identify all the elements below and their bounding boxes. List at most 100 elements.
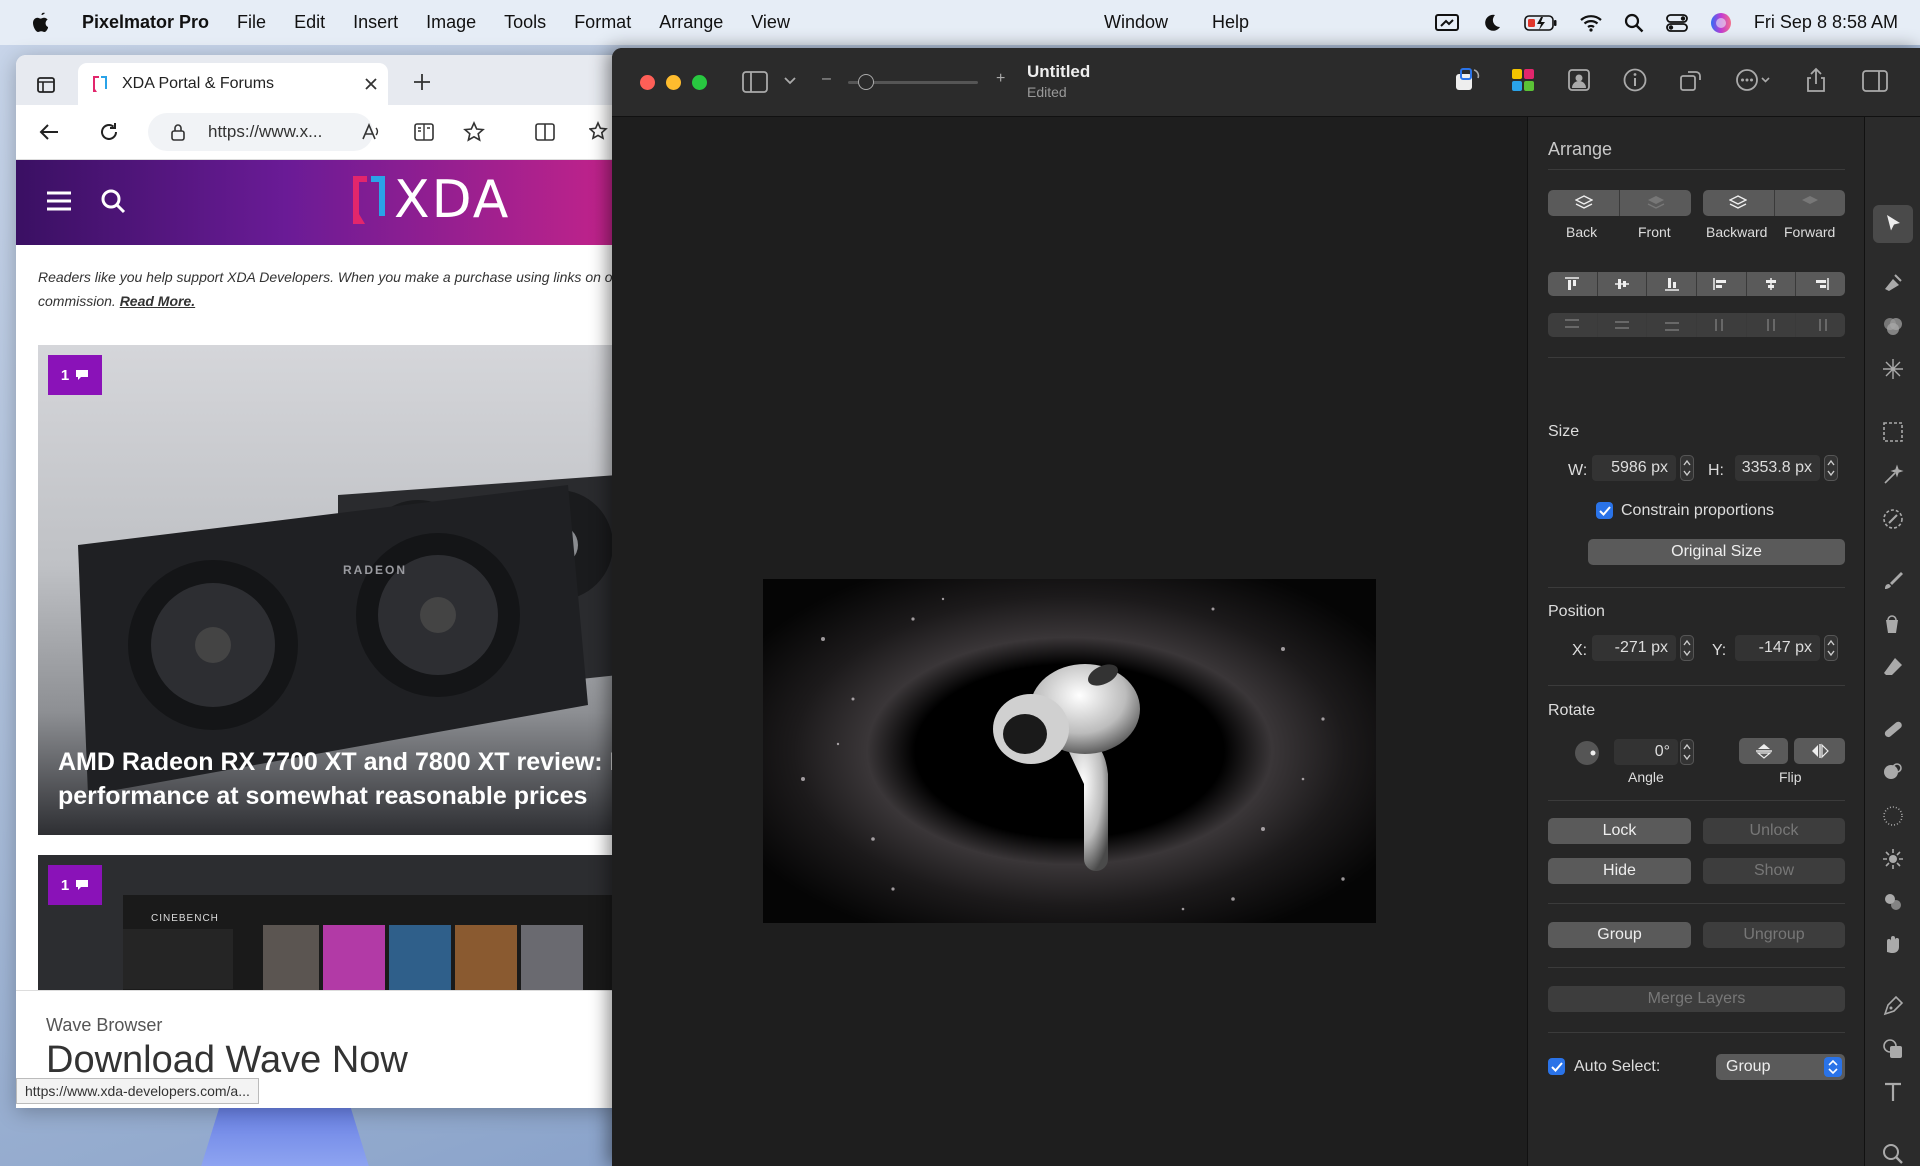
align-right-button[interactable] bbox=[1796, 272, 1845, 296]
back-icon[interactable] bbox=[38, 122, 60, 142]
sidebar-toggle-icon[interactable] bbox=[742, 71, 768, 93]
x-position-field[interactable]: -271 px bbox=[1592, 635, 1676, 661]
comment-badge[interactable]: 1 bbox=[48, 355, 102, 395]
rect-select-icon[interactable] bbox=[1881, 420, 1905, 444]
photo-browser-icon[interactable] bbox=[1568, 69, 1590, 91]
minimize-window-button[interactable] bbox=[666, 75, 681, 90]
smart-select-icon[interactable] bbox=[1881, 463, 1905, 487]
distribute-middle-button[interactable] bbox=[1598, 313, 1648, 337]
bring-forward-button[interactable] bbox=[1775, 190, 1846, 216]
menu-image[interactable]: Image bbox=[426, 12, 476, 33]
reader-view-icon[interactable] bbox=[413, 122, 435, 142]
color-adjust-icon[interactable] bbox=[1881, 314, 1905, 338]
distribute-bottom-button[interactable] bbox=[1647, 313, 1698, 337]
clock[interactable]: Fri Sep 8 8:58 AM bbox=[1754, 12, 1898, 33]
x-stepper[interactable] bbox=[1680, 635, 1694, 661]
hamburger-menu-icon[interactable] bbox=[46, 190, 72, 212]
clone-icon[interactable] bbox=[1881, 760, 1905, 784]
favorites-icon[interactable] bbox=[589, 121, 611, 143]
auto-select-checkbox[interactable] bbox=[1548, 1058, 1565, 1075]
comment-badge[interactable]: 1 bbox=[48, 865, 102, 905]
distribute-left-button[interactable] bbox=[1697, 313, 1747, 337]
merge-layers-button[interactable]: Merge Layers bbox=[1548, 986, 1845, 1012]
app-menu[interactable]: Pixelmator Pro bbox=[82, 12, 209, 33]
lock-button[interactable]: Lock bbox=[1548, 818, 1691, 844]
height-stepper[interactable] bbox=[1824, 455, 1838, 481]
width-field[interactable]: 5986 px bbox=[1592, 455, 1676, 481]
auto-select-popup[interactable]: Group bbox=[1716, 1054, 1845, 1080]
unlock-button[interactable]: Unlock bbox=[1703, 818, 1845, 844]
read-aloud-icon[interactable] bbox=[361, 122, 381, 142]
moon-icon[interactable] bbox=[1482, 13, 1502, 33]
new-tab-icon[interactable] bbox=[412, 72, 432, 92]
control-center-icon[interactable] bbox=[1666, 13, 1688, 33]
menu-format[interactable]: Format bbox=[574, 12, 631, 33]
quick-select-icon[interactable] bbox=[1881, 507, 1905, 531]
flip-vertical-button[interactable] bbox=[1739, 738, 1788, 764]
split-screen-icon[interactable] bbox=[534, 122, 556, 142]
align-top-button[interactable] bbox=[1548, 272, 1598, 296]
battery-icon[interactable] bbox=[1524, 13, 1558, 33]
align-center-button[interactable] bbox=[1747, 272, 1797, 296]
favorite-star-icon[interactable] bbox=[463, 121, 485, 143]
article-title[interactable]: AMD Radeon RX 7700 XT and 7800 XT review… bbox=[58, 745, 616, 813]
share-icon[interactable] bbox=[1806, 67, 1826, 93]
distribute-right-button[interactable] bbox=[1796, 313, 1845, 337]
y-stepper[interactable] bbox=[1824, 635, 1838, 661]
paint-bucket-icon[interactable] bbox=[1881, 612, 1905, 636]
zoom-window-button[interactable] bbox=[692, 75, 707, 90]
send-to-back-button[interactable] bbox=[1548, 190, 1620, 216]
menu-window[interactable]: Window bbox=[1104, 12, 1168, 33]
warp-icon[interactable] bbox=[1881, 932, 1905, 956]
tab-actions-icon[interactable] bbox=[36, 75, 56, 95]
menu-tools[interactable]: Tools bbox=[504, 12, 546, 33]
document-title[interactable]: Untitled bbox=[1027, 62, 1090, 82]
more-options-icon[interactable] bbox=[1736, 69, 1772, 91]
y-position-field[interactable]: -147 px bbox=[1735, 635, 1820, 661]
close-window-button[interactable] bbox=[640, 75, 655, 90]
chevron-down-icon[interactable] bbox=[784, 77, 796, 85]
sponge-icon[interactable] bbox=[1881, 804, 1905, 828]
original-size-button[interactable]: Original Size bbox=[1588, 539, 1845, 565]
info-icon[interactable] bbox=[1623, 68, 1647, 92]
height-field[interactable]: 3353.8 px bbox=[1735, 455, 1820, 481]
menu-insert[interactable]: Insert bbox=[353, 12, 398, 33]
browser-tab[interactable]: XDA Portal & Forums bbox=[78, 63, 388, 105]
flip-horizontal-button[interactable] bbox=[1794, 738, 1845, 764]
paint-brush-icon[interactable] bbox=[1881, 569, 1905, 593]
text-tool-icon[interactable] bbox=[1881, 1080, 1905, 1104]
effects-icon[interactable] bbox=[1881, 357, 1905, 381]
color-adjustments-icon[interactable] bbox=[1511, 68, 1535, 92]
site-search-icon[interactable] bbox=[100, 188, 126, 214]
group-button[interactable]: Group bbox=[1548, 922, 1691, 948]
search-icon[interactable] bbox=[1624, 13, 1644, 33]
ungroup-button[interactable]: Ungroup bbox=[1703, 922, 1845, 948]
read-more-link[interactable]: Read More. bbox=[120, 293, 195, 309]
constrain-proportions-label[interactable]: Constrain proportions bbox=[1621, 502, 1774, 520]
siri-icon[interactable] bbox=[1710, 12, 1732, 34]
zoom-in-button[interactable]: + bbox=[996, 70, 1005, 88]
wifi-icon[interactable] bbox=[1580, 14, 1602, 32]
eraser-icon[interactable] bbox=[1881, 655, 1905, 679]
ad-big-text[interactable]: Download Wave Now bbox=[46, 1039, 408, 1082]
align-middle-button[interactable] bbox=[1598, 272, 1648, 296]
zoom-out-button[interactable]: – bbox=[822, 70, 831, 88]
hide-button[interactable]: Hide bbox=[1548, 858, 1691, 884]
zoom-tool-icon[interactable] bbox=[1881, 1142, 1905, 1166]
menu-view[interactable]: View bbox=[751, 12, 790, 33]
arrange-pointer-icon[interactable] bbox=[1881, 212, 1905, 236]
pen-icon[interactable] bbox=[1881, 994, 1905, 1018]
sidebar-right-toggle-icon[interactable] bbox=[1862, 70, 1888, 92]
bring-to-front-button[interactable] bbox=[1620, 190, 1691, 216]
menu-edit[interactable]: Edit bbox=[294, 12, 325, 33]
crop-rotate-icon[interactable] bbox=[1679, 68, 1703, 92]
xda-logo-icon[interactable] bbox=[351, 174, 387, 230]
article-card-2[interactable]: CINEBENCH 1 bbox=[38, 855, 616, 990]
angle-dial[interactable] bbox=[1574, 740, 1600, 766]
close-tab-icon[interactable] bbox=[364, 77, 378, 91]
distribute-center-button[interactable] bbox=[1747, 313, 1797, 337]
canvas-image[interactable] bbox=[763, 579, 1376, 923]
align-left-button[interactable] bbox=[1697, 272, 1747, 296]
send-backward-button[interactable] bbox=[1703, 190, 1775, 216]
menu-help[interactable]: Help bbox=[1212, 12, 1249, 33]
